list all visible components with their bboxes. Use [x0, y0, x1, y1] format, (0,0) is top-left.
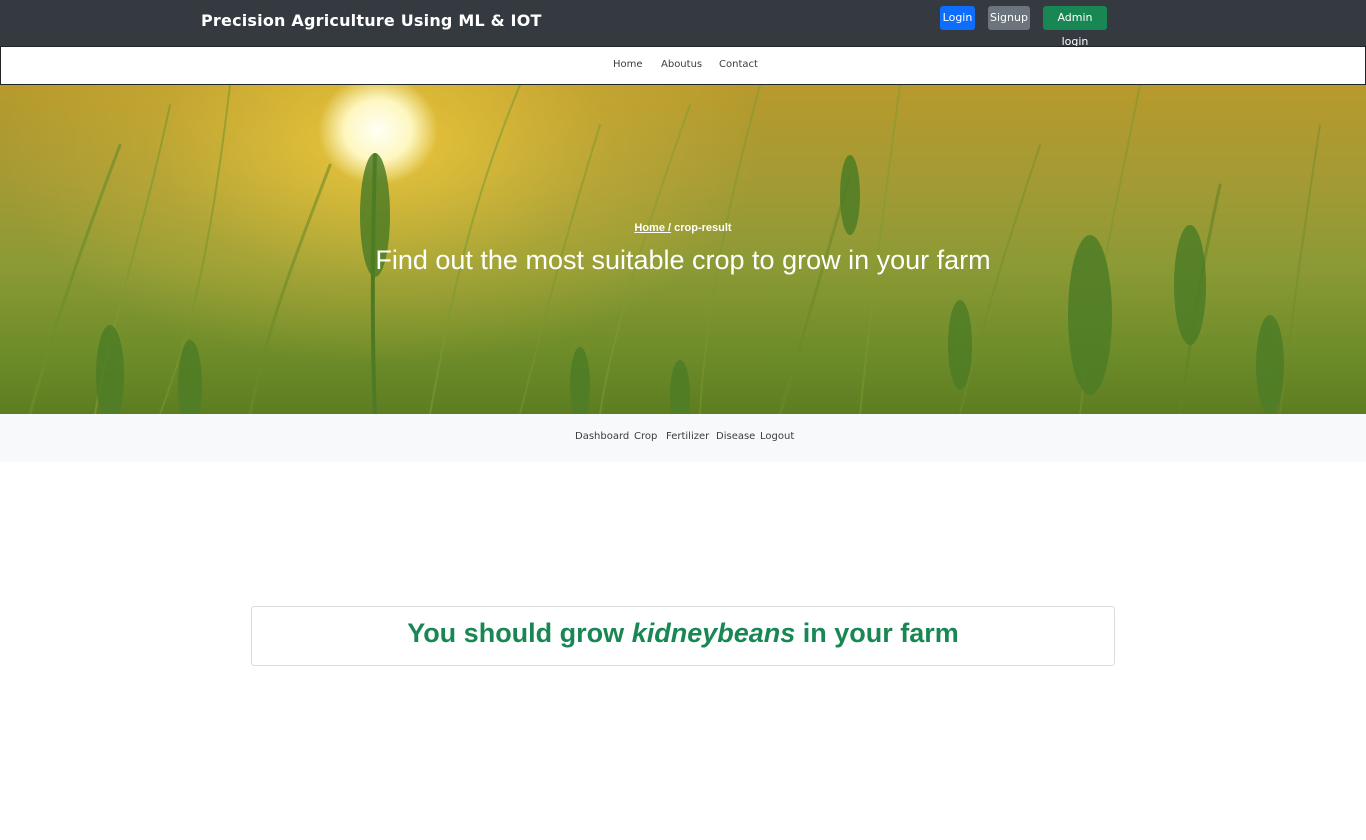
subnav-link-logout[interactable]: Logout: [760, 431, 794, 442]
result-prefix: You should grow: [407, 618, 625, 648]
subnav-link-fertilizer[interactable]: Fertilizer: [666, 431, 709, 442]
breadcrumb: Home / crop-result: [0, 222, 1366, 234]
result-suffix: in your farm: [802, 618, 959, 648]
breadcrumb-home-link[interactable]: Home /: [634, 222, 671, 234]
page-title: Find out the most suitable crop to grow …: [375, 245, 991, 275]
admin-login-button[interactable]: Admin login: [1043, 6, 1107, 48]
brand-title: Precision Agriculture Using ML & IOT: [201, 11, 542, 30]
breadcrumb-current: crop-result: [674, 222, 732, 234]
nav-link-aboutus[interactable]: Aboutus: [661, 59, 702, 70]
subnav-link-crop[interactable]: Crop: [634, 431, 657, 442]
login-button[interactable]: Login: [940, 6, 975, 30]
hero-banner: Home / crop-result Find out the most sui…: [0, 85, 1366, 414]
main-nav: Home Aboutus Contact: [0, 46, 1366, 85]
subnav-link-dashboard[interactable]: Dashboard: [575, 431, 629, 442]
subnav-link-disease[interactable]: Disease: [716, 431, 755, 442]
dashboard-nav: Dashboard Crop Fertilizer Disease Logout: [0, 414, 1366, 462]
recommended-crop: kidneybeans: [631, 618, 796, 648]
crop-result-card: You should grow kidneybeans in your farm: [251, 606, 1115, 666]
signup-button[interactable]: Signup: [988, 6, 1030, 30]
crop-result-message: You should grow kidneybeans in your farm: [252, 618, 1114, 649]
nav-link-contact[interactable]: Contact: [719, 59, 758, 70]
nav-link-home[interactable]: Home: [613, 59, 643, 70]
top-header: Precision Agriculture Using ML & IOT Log…: [0, 0, 1366, 48]
